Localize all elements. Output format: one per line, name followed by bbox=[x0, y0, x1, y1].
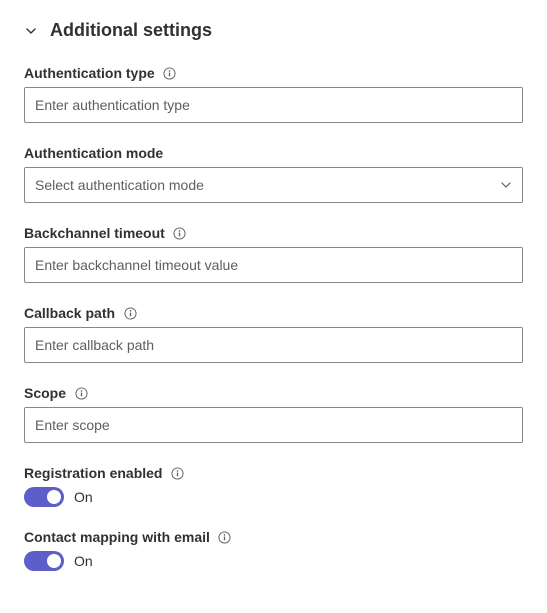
authentication-mode-select-wrap: Select authentication mode bbox=[24, 167, 523, 203]
callback-path-label: Callback path bbox=[24, 305, 115, 321]
info-icon[interactable] bbox=[163, 66, 177, 80]
section-title: Additional settings bbox=[50, 20, 212, 41]
callback-path-input[interactable] bbox=[24, 327, 523, 363]
backchannel-timeout-input[interactable] bbox=[24, 247, 523, 283]
registration-enabled-label: Registration enabled bbox=[24, 465, 162, 481]
info-icon[interactable] bbox=[74, 386, 88, 400]
toggle-knob bbox=[47, 554, 61, 568]
field-label-row: Authentication type bbox=[24, 65, 523, 81]
info-icon[interactable] bbox=[170, 466, 184, 480]
registration-enabled-state: On bbox=[74, 489, 93, 505]
field-backchannel-timeout: Backchannel timeout bbox=[24, 225, 523, 283]
toggle-row: On bbox=[24, 487, 523, 507]
field-authentication-mode: Authentication mode Select authenticatio… bbox=[24, 145, 523, 203]
field-authentication-type: Authentication type bbox=[24, 65, 523, 123]
field-label-row: Registration enabled bbox=[24, 465, 523, 481]
scope-label: Scope bbox=[24, 385, 66, 401]
backchannel-timeout-label: Backchannel timeout bbox=[24, 225, 165, 241]
toggle-knob bbox=[47, 490, 61, 504]
chevron-down-icon[interactable] bbox=[24, 24, 38, 38]
field-registration-enabled: Registration enabled On bbox=[24, 465, 523, 507]
field-label-row: Backchannel timeout bbox=[24, 225, 523, 241]
authentication-type-label: Authentication type bbox=[24, 65, 155, 81]
field-label-row: Scope bbox=[24, 385, 523, 401]
section-header: Additional settings bbox=[24, 20, 523, 41]
info-icon[interactable] bbox=[173, 226, 187, 240]
field-label-row: Authentication mode bbox=[24, 145, 523, 161]
authentication-mode-label: Authentication mode bbox=[24, 145, 163, 161]
contact-mapping-email-label: Contact mapping with email bbox=[24, 529, 210, 545]
field-label-row: Contact mapping with email bbox=[24, 529, 523, 545]
authentication-type-input[interactable] bbox=[24, 87, 523, 123]
info-icon[interactable] bbox=[123, 306, 137, 320]
info-icon[interactable] bbox=[218, 530, 232, 544]
field-callback-path: Callback path bbox=[24, 305, 523, 363]
field-scope: Scope bbox=[24, 385, 523, 443]
registration-enabled-toggle[interactable] bbox=[24, 487, 64, 507]
field-label-row: Callback path bbox=[24, 305, 523, 321]
contact-mapping-email-state: On bbox=[74, 553, 93, 569]
contact-mapping-email-toggle[interactable] bbox=[24, 551, 64, 571]
scope-input[interactable] bbox=[24, 407, 523, 443]
toggle-row: On bbox=[24, 551, 523, 571]
field-contact-mapping-email: Contact mapping with email On bbox=[24, 529, 523, 571]
authentication-mode-select[interactable]: Select authentication mode bbox=[24, 167, 523, 203]
